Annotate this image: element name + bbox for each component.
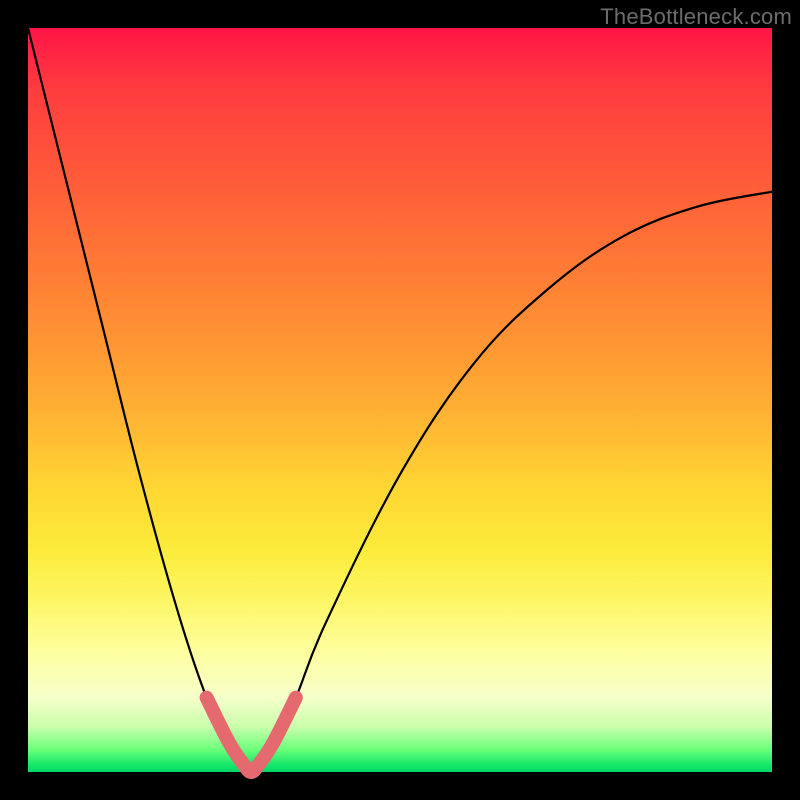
highlight-band (207, 698, 296, 772)
curve-layer (28, 28, 772, 772)
bottleneck-curve (28, 28, 772, 772)
plot-area (28, 28, 772, 772)
chart-frame: TheBottleneck.com (0, 0, 800, 800)
watermark-text: TheBottleneck.com (600, 4, 792, 30)
